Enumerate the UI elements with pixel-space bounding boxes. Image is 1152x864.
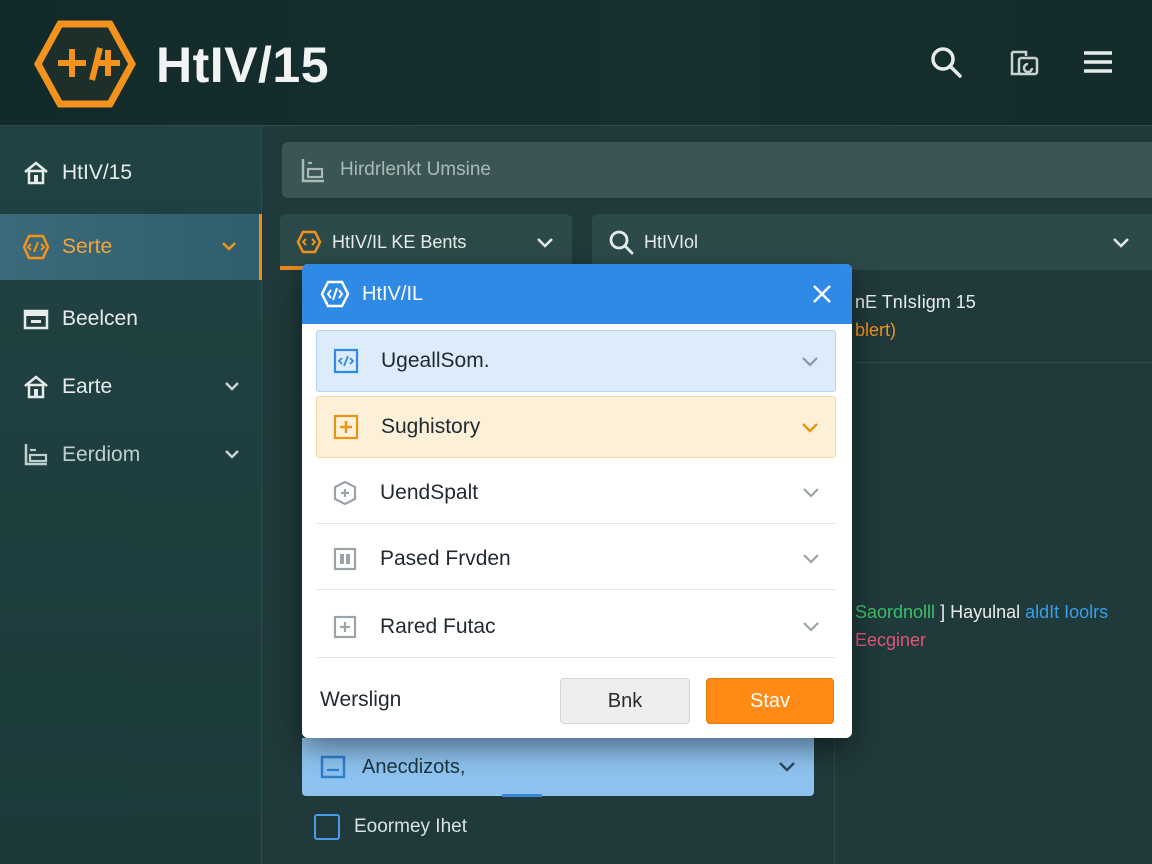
dialog-option[interactable]: Rared Futac <box>316 596 836 658</box>
breadcrumb-text: Hirdrlenkt Umsine <box>340 159 491 180</box>
app-logo-icon <box>34 20 136 108</box>
dialog-option[interactable]: UendSpalt <box>316 462 836 524</box>
window-icon <box>320 754 346 780</box>
list-icon <box>22 441 50 469</box>
sidebar-item-earte[interactable]: Earte <box>0 354 262 420</box>
details-title: nE TnIsIigm 15 <box>855 292 976 312</box>
layout-icon <box>300 157 326 183</box>
filter-right-label: HtIVIol <box>644 231 699 252</box>
divider <box>855 362 1152 363</box>
plus-box-icon <box>333 414 359 440</box>
sidebar-item-label: Beelcen <box>62 307 138 330</box>
folder-icon <box>22 305 50 333</box>
status-green-text: Saordnolll <box>855 602 936 622</box>
dialog-option[interactable]: Pased Frvden <box>316 528 836 590</box>
columns-icon <box>332 546 358 572</box>
dialog-option-label: UendSpalt <box>380 480 479 504</box>
dialog-option[interactable]: Sughistory <box>316 396 836 458</box>
home-icon <box>22 373 50 401</box>
status-blue-text: aldIt Ioolrs <box>1025 602 1109 622</box>
breadcrumb[interactable]: Hirdrlenkt Umsine <box>282 142 1152 198</box>
filter-dropdown-left[interactable]: HtIV/IL KE Bents <box>280 214 572 270</box>
code-icon <box>320 279 350 309</box>
filter-left-label: HtIV/IL KE Bents <box>332 231 467 252</box>
checkbox-row[interactable]: Eoormey Ihet <box>314 812 467 842</box>
home-icon <box>22 159 50 187</box>
dialog-header: HtIV/IL <box>302 264 852 324</box>
sidebar-item-label: Eerdiom <box>62 443 141 466</box>
back-button[interactable]: Bnk <box>560 678 690 724</box>
chevron-down-icon[interactable] <box>799 351 821 373</box>
sidebar-item-label: Earte <box>62 375 113 398</box>
dialog-option[interactable]: UgeallSom. <box>316 330 836 392</box>
list-item-label: Anecdizots, <box>362 755 466 778</box>
code-icon <box>296 229 322 255</box>
sidebar-item-serte[interactable]: Serte <box>0 214 262 280</box>
sidebar-item-home[interactable]: HtIV/15 <box>0 140 262 206</box>
details-panel: nE TnIsIigm 15 blert) Saordnolll ] Hayul… <box>834 272 1152 864</box>
list-item-selected[interactable]: Anecdizots, <box>302 738 814 796</box>
details-subtitle: blert) <box>855 320 897 340</box>
chevron-down-icon[interactable] <box>222 444 242 464</box>
status-red-text: Eecginer <box>855 630 927 650</box>
sidebar: HtIV/15 Serte Beelcen Earte Eerdiom <box>0 126 262 864</box>
menu-icon[interactable] <box>1080 44 1116 80</box>
dialog-option-label: Sughistory <box>381 415 481 438</box>
checkbox-label: Eoormey Ihet <box>354 816 467 837</box>
modal-dialog: HtIV/IL UgeallSom. Sughistory UendSpalt … <box>302 264 852 738</box>
dialog-option-label: Pased Frvden <box>380 546 511 570</box>
chevron-down-icon[interactable] <box>1110 232 1132 254</box>
search-icon[interactable] <box>928 44 964 80</box>
code-icon <box>22 233 50 261</box>
app-header: HtIV/15 <box>0 0 1152 126</box>
search-icon <box>608 229 634 255</box>
sidebar-item-beelcen[interactable]: Beelcen <box>0 286 262 352</box>
close-icon[interactable] <box>810 282 834 306</box>
chevron-down-icon[interactable] <box>799 417 821 439</box>
app-title: HtIV/15 <box>156 37 330 93</box>
dialog-footer-label: Werslign <box>320 688 402 711</box>
status-white-text: ] Hayulnal <box>940 602 1021 622</box>
dialog-title: HtIV/IL <box>362 282 424 305</box>
scroll-indicator <box>502 794 542 797</box>
sidebar-item-label: Serte <box>62 235 113 258</box>
chevron-down-icon[interactable] <box>776 756 798 778</box>
sidebar-item-eerdiom[interactable]: Eerdiom <box>0 422 262 488</box>
dialog-option-label: Rared Futac <box>380 614 496 638</box>
shield-icon <box>332 480 358 506</box>
chevron-down-icon[interactable] <box>800 616 822 638</box>
details-status-line: Saordnolll ] Hayulnal aldIt Ioolrs <box>855 602 1108 623</box>
chevron-down-icon[interactable] <box>222 376 242 396</box>
copy-icon[interactable] <box>1006 44 1042 80</box>
chevron-down-icon[interactable] <box>800 482 822 504</box>
sidebar-item-label: HtIV/15 <box>62 161 133 184</box>
chevron-down-icon[interactable] <box>219 236 239 256</box>
code-icon <box>333 348 359 374</box>
checkbox[interactable] <box>314 814 340 840</box>
save-button[interactable]: Stav <box>706 678 834 724</box>
dialog-option-label: UgeallSom. <box>381 349 490 372</box>
plus-box-icon <box>332 614 358 640</box>
chevron-down-icon[interactable] <box>534 232 556 254</box>
chevron-down-icon[interactable] <box>800 548 822 570</box>
search-dropdown[interactable]: HtIVIol <box>592 214 1152 270</box>
